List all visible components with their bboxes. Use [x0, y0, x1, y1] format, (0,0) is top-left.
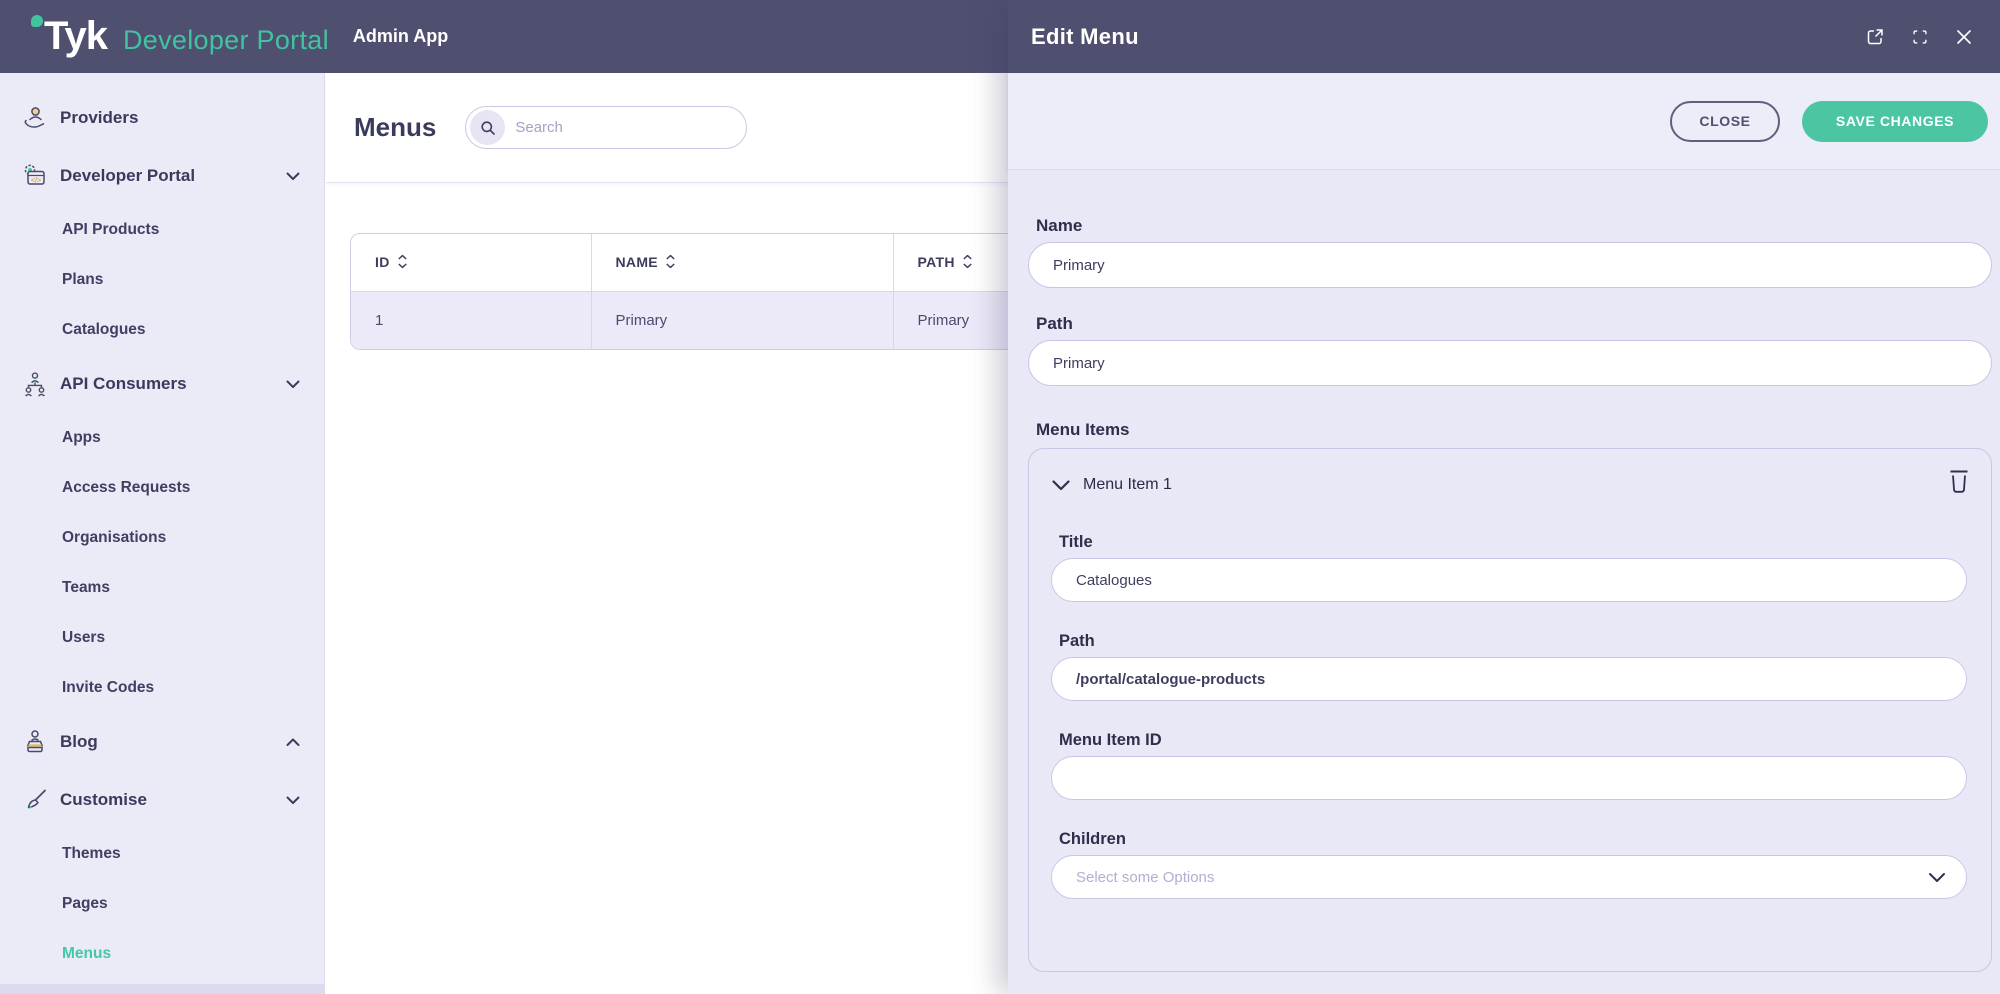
children-select-placeholder: Select some Options [1076, 868, 1215, 886]
chevron-down-icon [1929, 872, 1945, 882]
search-box[interactable] [465, 106, 748, 149]
api-consumers-icon [20, 370, 50, 398]
sidebar-item-plans[interactable]: Plans [0, 255, 324, 305]
path-field[interactable] [1028, 340, 1992, 386]
product-name: Developer Portal [122, 25, 329, 55]
sidebar-item-customise[interactable]: Customise [0, 771, 324, 829]
chevron-down-icon [286, 380, 300, 388]
edit-menu-drawer: Edit Menu CLOSE SAVE CHANGES Name Path [1008, 0, 2000, 994]
title-field-label: Title [1059, 533, 1093, 551]
sidebar-item-api-products[interactable]: API Products [0, 205, 324, 255]
sidebar-item-developer-portal[interactable]: </> Developer Portal [0, 147, 324, 205]
sidebar-item-pages[interactable]: Pages [0, 879, 324, 929]
menu-item-header[interactable]: Menu Item 1 [1051, 473, 1967, 497]
sort-icon [666, 255, 675, 269]
menu-item-id-field-label: Menu Item ID [1059, 731, 1162, 749]
path-field-label: Path [1036, 314, 1073, 333]
title-field[interactable] [1051, 558, 1967, 602]
customise-icon [20, 786, 50, 814]
providers-icon [20, 104, 50, 132]
sidebar-item-invite-codes[interactable]: Invite Codes [0, 663, 324, 713]
page-title: Menus [354, 112, 437, 142]
app-subtitle: Admin App [352, 26, 449, 46]
column-header-name[interactable]: NAME [591, 234, 894, 292]
svg-text:</>: </> [31, 178, 41, 185]
save-changes-button[interactable]: SAVE CHANGES [1802, 100, 1988, 142]
drawer-header: Edit Menu [1008, 0, 2000, 73]
drawer-title: Edit Menu [1031, 23, 1139, 49]
children-field-label: Children [1059, 830, 1126, 848]
developer-portal-icon: </> [20, 162, 50, 190]
sidebar-bottom-strip [0, 984, 324, 994]
column-label: ID [375, 254, 390, 271]
sort-icon [397, 255, 407, 269]
sidebar-item-label: Blog [60, 732, 98, 751]
item-path-field-label: Path [1059, 632, 1095, 650]
drawer-toolbar: CLOSE SAVE CHANGES [1008, 73, 2000, 170]
tyk-leaf-icon [31, 15, 43, 27]
chevron-down-icon [286, 796, 300, 804]
sidebar-item-api-consumers[interactable]: API Consumers [0, 355, 324, 413]
sidebar-item-menus[interactable]: Menus [0, 929, 324, 979]
sidebar-item-catalogues[interactable]: Catalogues [0, 305, 324, 355]
close-button[interactable]: CLOSE [1670, 100, 1780, 142]
menu-item-card: Menu Item 1 Title Path Menu Item ID [1028, 448, 1992, 972]
sidebar-item-label: Customise [60, 790, 147, 809]
children-select[interactable]: Select some Options [1051, 855, 1967, 899]
item-path-field[interactable] [1051, 657, 1967, 701]
sidebar-item-teams[interactable]: Teams [0, 563, 324, 613]
chevron-up-icon [286, 738, 300, 746]
open-in-new-button[interactable] [1864, 26, 1886, 48]
column-header-id[interactable]: ID [351, 234, 592, 292]
search-icon [470, 110, 506, 145]
column-label: NAME [615, 254, 658, 271]
brand-name: Tyk [44, 14, 108, 58]
close-drawer-button[interactable] [1954, 27, 1974, 47]
menu-item-title: Menu Item 1 [1083, 476, 1172, 493]
sidebar-item-apps[interactable]: Apps [0, 413, 324, 463]
sidebar-item-themes[interactable]: Themes [0, 829, 324, 879]
name-field-label: Name [1036, 216, 1083, 235]
fullscreen-icon [1913, 29, 1927, 44]
trash-icon [1950, 470, 1968, 493]
menu-items-label: Menu Items [1036, 420, 1130, 439]
close-icon [1957, 29, 1971, 44]
sidebar-item-label: Developer Portal [60, 166, 196, 185]
sidebar-item-blog[interactable]: Blog [0, 713, 324, 771]
column-label: PATH [917, 254, 955, 271]
sidebar-item-access-requests[interactable]: Access Requests [0, 463, 324, 513]
collapse-chevron-icon [1052, 479, 1070, 490]
cell-id: 1 [351, 291, 592, 349]
sort-icon [963, 255, 972, 269]
drawer-body: Name Path Menu Items Menu Item 1 Title [1008, 170, 2000, 994]
sidebar-item-users[interactable]: Users [0, 613, 324, 663]
menu-item-id-field[interactable] [1051, 756, 1967, 800]
name-field[interactable] [1028, 242, 1992, 288]
sidebar-item-label: Providers [60, 108, 139, 127]
open-in-new-icon [1867, 28, 1883, 44]
sidebar-item-label: API Consumers [60, 374, 187, 393]
sidebar-item-providers[interactable]: Providers [0, 89, 324, 147]
sidebar: Providers </> Developer Portal API Produ… [0, 73, 325, 994]
tyk-logo: Tyk Developer Portal [31, 14, 329, 59]
delete-menu-item-button[interactable] [1947, 467, 1971, 497]
blog-icon [20, 728, 50, 756]
search-input[interactable] [515, 119, 747, 136]
cell-name: Primary [591, 291, 894, 349]
chevron-down-icon [286, 172, 300, 180]
sidebar-item-organisations[interactable]: Organisations [0, 513, 324, 563]
fullscreen-button[interactable] [1910, 27, 1930, 47]
